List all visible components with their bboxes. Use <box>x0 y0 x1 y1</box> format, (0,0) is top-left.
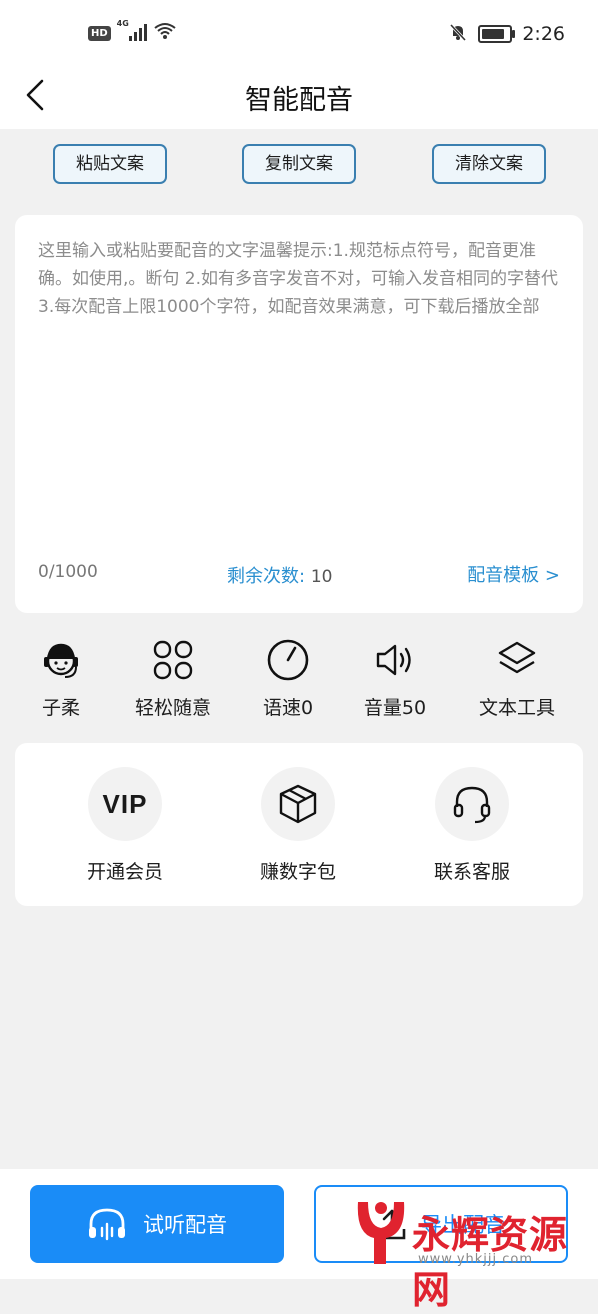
service-card: VIP 开通会员 赚数字包 联系客服 <box>15 743 583 906</box>
service-label-contact: 联系客服 <box>433 861 510 883</box>
voice-avatar-icon <box>44 643 78 678</box>
page-title: 智能配音 <box>245 85 353 116</box>
text-tools-button[interactable]: 文本工具 <box>462 637 572 720</box>
export-audio-button[interactable]: 导出配音 <box>314 1185 568 1263</box>
package-icon-circle <box>261 767 335 841</box>
paste-text-button[interactable]: 粘贴文案 <box>53 144 167 184</box>
style-grid-icon <box>153 640 193 680</box>
text-input-placeholder[interactable]: 这里输入或粘贴要配音的文字温馨提示:1.规范标点符号，配音更准确。如使用,。断句… <box>38 237 564 321</box>
earn-package-button[interactable]: 赚数字包 <box>228 767 368 884</box>
preview-audio-button[interactable]: 试听配音 <box>30 1185 284 1263</box>
layers-icon <box>498 641 536 674</box>
vip-icon: VIP <box>102 788 148 819</box>
package-box-icon <box>279 784 317 824</box>
vip-icon-circle: VIP <box>88 767 162 841</box>
text-editor-card[interactable]: 这里输入或粘贴要配音的文字温馨提示:1.规范标点符号，配音更准确。如使用,。断句… <box>15 215 583 613</box>
headset-icon <box>453 786 491 824</box>
text-action-row: 粘贴文案 复制文案 清除文案 <box>0 144 598 184</box>
volume-button[interactable]: 音量50 <box>340 637 450 720</box>
clock: 2:26 <box>522 23 565 45</box>
headphones-icon <box>89 1208 125 1241</box>
voice-select-button[interactable]: 子柔 <box>6 637 116 720</box>
volume-icon <box>376 644 411 676</box>
tool-label-voice: 子柔 <box>41 697 80 719</box>
copy-text-button[interactable]: 复制文案 <box>242 144 356 184</box>
customer-service-button[interactable]: 联系客服 <box>402 767 542 884</box>
status-left: HD 4G <box>88 19 177 44</box>
header: 智能配音 <box>0 64 598 129</box>
preview-audio-label: 试听配音 <box>143 1213 227 1237</box>
status-right: 2:26 <box>448 22 565 46</box>
service-label-package: 赚数字包 <box>259 861 336 883</box>
char-counter: 0/1000 <box>38 562 98 582</box>
headset-icon-circle <box>435 767 509 841</box>
speed-gauge-icon <box>267 639 309 681</box>
network-label: 4G <box>116 19 129 28</box>
signal-icon: 4G <box>117 19 147 43</box>
vip-button[interactable]: VIP 开通会员 <box>55 767 195 884</box>
service-label-vip: 开通会员 <box>86 861 163 883</box>
bottom-action-bar: 试听配音 导出配音 <box>0 1169 598 1279</box>
template-link[interactable]: 配音模板 > <box>467 561 560 587</box>
speed-button[interactable]: 语速0 <box>233 637 343 720</box>
remaining-label: 剩余次数: <box>227 566 306 587</box>
tool-label-style: 轻松随意 <box>134 697 211 719</box>
tool-label-speed: 语速0 <box>262 697 314 719</box>
remaining-value: 10 <box>310 567 333 587</box>
battery-icon <box>478 25 516 43</box>
wifi-icon <box>153 22 177 44</box>
style-select-button[interactable]: 轻松随意 <box>118 637 228 720</box>
voice-settings-row: 子柔 轻松随意 语速0 音量50 文本工具 <box>0 637 598 727</box>
hd-badge: HD <box>88 25 111 41</box>
clear-text-button[interactable]: 清除文案 <box>432 144 546 184</box>
tool-label-volume: 音量50 <box>363 697 427 719</box>
mute-bell-icon <box>448 22 468 46</box>
tool-label-text-tools: 文本工具 <box>478 697 555 719</box>
export-audio-label: 导出配音 <box>421 1213 505 1237</box>
status-bar: HD 4G 2:26 <box>0 0 598 64</box>
remaining-count: 剩余次数: 10 <box>227 562 332 588</box>
upload-icon <box>378 1209 406 1240</box>
